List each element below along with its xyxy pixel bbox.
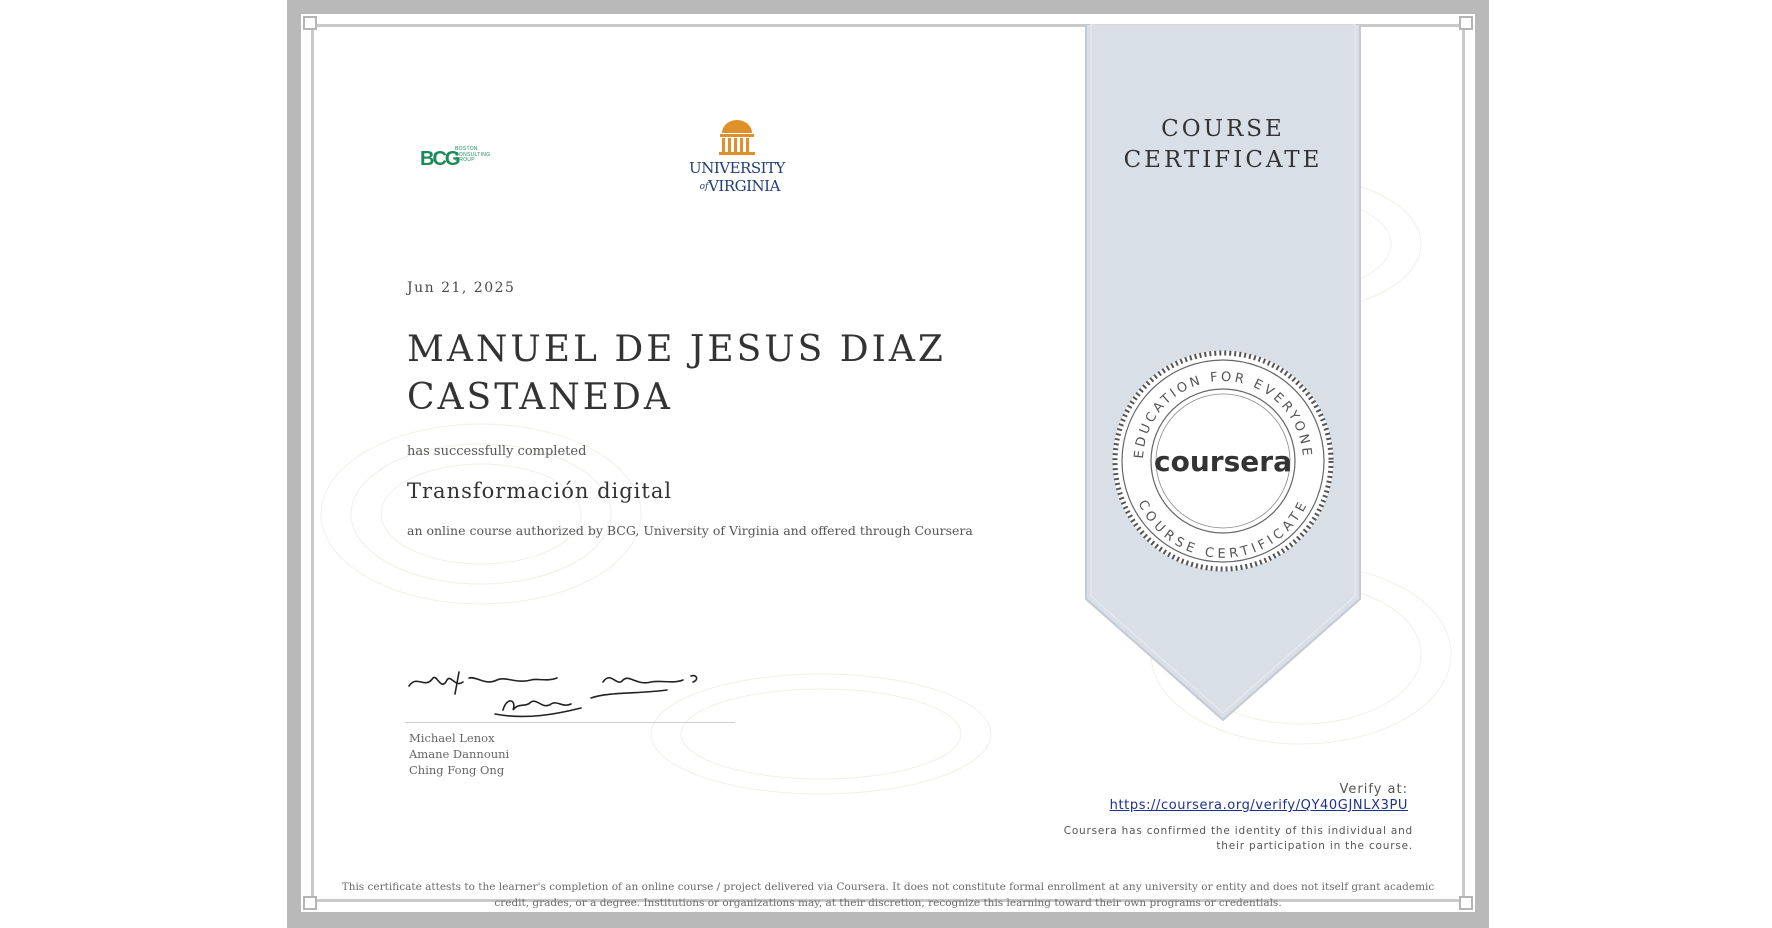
corner-ornament	[303, 896, 317, 910]
corner-ornament	[303, 16, 317, 30]
signatures-image	[408, 671, 698, 718]
signature-line	[405, 722, 735, 723]
course-title: Transformación digital	[407, 479, 673, 503]
ribbon-title-line2: CERTIFICATE	[1123, 147, 1323, 173]
uva-logo: UNIVERSITY of VIRGINIA	[689, 120, 787, 195]
bcg-subtitle: BOSTON CONSULTING GROUP	[455, 146, 491, 163]
bcg-mark-icon: BCG	[420, 148, 462, 170]
completed-text: has successfully completed	[407, 444, 587, 459]
verify-label: Verify at:	[1339, 782, 1408, 797]
signer-names: Michael Lenox Amane Dannouni Ching Fong …	[409, 730, 509, 778]
rotunda-icon	[719, 120, 755, 155]
completion-date: Jun 21, 2025	[407, 280, 516, 296]
recipient-name-line2: CASTANEDA	[407, 377, 673, 418]
uva-line1: UNIVERSITY	[689, 159, 786, 177]
uva-line2: VIRGINIA	[707, 177, 781, 195]
authorized-text: an online course authorized by BCG, Univ…	[407, 523, 973, 538]
certificate-sheet: COURSE CERTIFICATE EDUCATION FOR EVERYON…	[287, 0, 1489, 928]
signer-name: Amane Dannouni	[409, 747, 510, 761]
signer-name: Ching Fong Ong	[409, 763, 505, 777]
corner-ornament	[1459, 896, 1473, 910]
verify-link[interactable]: https://coursera.org/verify/QY40GJNLX3PU	[1110, 798, 1408, 813]
signer-name: Michael Lenox	[409, 731, 495, 745]
ribbon-title: COURSE CERTIFICATE	[1085, 114, 1361, 176]
certificate-paper: COURSE CERTIFICATE EDUCATION FOR EVERYON…	[301, 14, 1475, 912]
svg-text:BCG: BCG	[420, 148, 460, 170]
corner-ornament	[1459, 16, 1473, 30]
ribbon-title-line1: COURSE	[1161, 116, 1285, 142]
seal-brand: coursera	[1154, 445, 1292, 478]
bcg-logo: BCG BOSTON CONSULTING GROUP	[420, 146, 530, 186]
certificate-disclaimer: This certificate attests to the learner'…	[341, 881, 1435, 909]
recipient-name: MANUEL DE JESUS DIAZ CASTANEDA	[407, 326, 946, 422]
coursera-seal: EDUCATION FOR EVERYONE COURSE CERTIFICAT…	[1112, 350, 1334, 572]
verify-block: Verify at: https://coursera.org/verify/Q…	[1110, 782, 1408, 813]
recipient-name-line1: MANUEL DE JESUS DIAZ	[407, 329, 946, 370]
identity-confirmation: Coursera has confirmed the identity of t…	[1063, 825, 1413, 852]
